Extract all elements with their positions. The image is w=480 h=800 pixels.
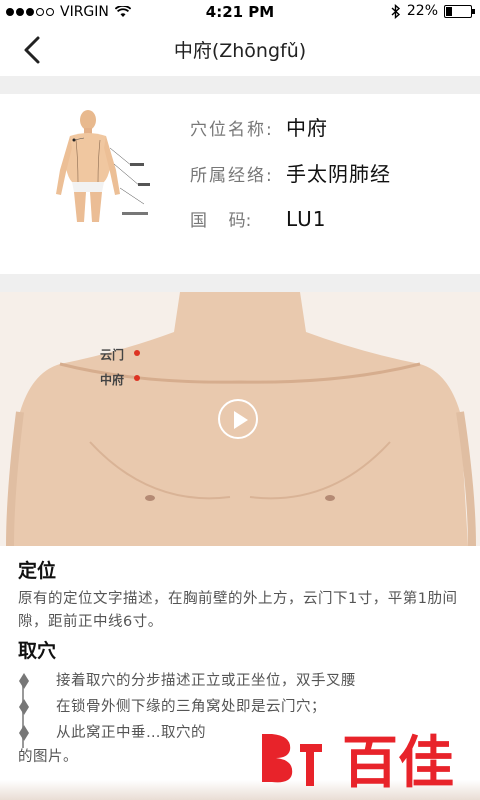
step-marker-icon [19,699,29,715]
code-row: 国 码: LU1 [190,206,327,231]
acupoint-info-card: 穴位名称: 中府 所属经络: 手太阴肺经 国 码: LU1 [0,94,480,274]
battery-percent: 22% [406,3,438,19]
point-name-label: 穴位名称: [190,120,274,140]
code-value: LU1 [286,207,327,231]
meridian-label: 所属经络: [190,166,274,186]
point-marker [134,375,140,381]
list-item: 接着取穴的分步描述正立或正坐位，双手叉腰 [18,668,468,694]
meridian-value: 手太阴肺经 [286,162,391,186]
battery-icon [444,4,475,18]
step-marker-icon [19,673,29,689]
point-label-yunmen: 云门 [100,346,140,363]
method-heading: 取穴 [18,640,57,662]
location-heading: 定位 [18,560,57,582]
point-marker [134,350,140,356]
meridian-body-figure [56,110,150,222]
play-video-icon[interactable] [218,399,258,439]
divider [0,274,480,292]
page-title: 中府(Zhōngfǔ) [173,40,307,62]
bluetooth-icon [391,3,400,19]
status-bar: VIRGIN 4:21 PM 22% [0,0,480,24]
svg-text:百佳: 百佳 [342,731,454,792]
navigation-bar: 中府(Zhōngfǔ) [0,24,480,76]
divider [0,76,480,94]
meridian-row: 所属经络: 手太阴肺经 [190,158,391,187]
step-marker-icon [19,725,29,741]
location-description: 原有的定位文字描述，在胸前壁的外上方，云门下1寸，平第1肋间隙，距前正中线6寸。 [18,591,458,630]
acupoint-location-photo[interactable]: 云门 中府 [0,292,480,546]
point-name-value: 中府 [286,116,328,140]
baijia-watermark-logo: 百佳 [262,731,454,792]
list-item: 在锁骨外侧下缘的三角窝处即是云门穴； [18,694,468,720]
point-name-row: 穴位名称: 中府 [190,112,328,141]
point-label-zhongfu: 中府 [100,371,140,388]
code-label: 国 码: [190,211,252,231]
